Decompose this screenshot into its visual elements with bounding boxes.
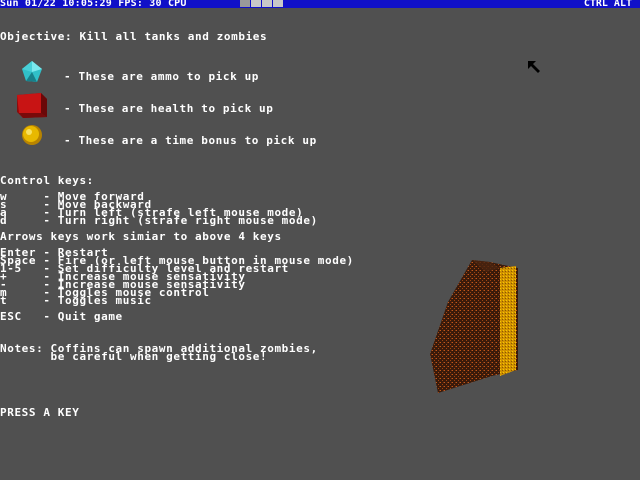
esc-key-line: ESC - Quit game xyxy=(0,310,123,323)
control-key-line: d - Turn right (strafe right mouse mode) xyxy=(0,214,318,227)
time-bonus-orb-icon xyxy=(22,125,42,145)
ammo-legend-text: - These are ammo to pick up xyxy=(64,70,260,83)
notes-line: be careful when getting close! xyxy=(0,350,268,363)
press-a-key-prompt: PRESS A KEY xyxy=(0,406,80,419)
controls-heading: Control keys: xyxy=(0,174,94,187)
time-bonus-legend-text: - These are a time bonus to pick up xyxy=(64,134,317,147)
status-bar: Sun 01/22 10:05:29 FPS: 30 CPU CTRL ALT xyxy=(0,0,640,9)
cpu-meter-block xyxy=(251,0,261,7)
cpu-meter xyxy=(240,0,283,7)
ammo-crystal-icon xyxy=(22,61,42,82)
clock-fps-readout: Sun 01/22 10:05:29 FPS: 30 CPU xyxy=(0,0,187,9)
health-cube-icon xyxy=(17,93,47,118)
cpu-meter-block xyxy=(262,0,272,7)
cpu-meter-block xyxy=(240,0,250,7)
modifier-keys-indicator: CTRL ALT xyxy=(583,0,632,9)
health-legend-text: - These are health to pick up xyxy=(64,102,274,115)
arrows-note: Arrows keys work simiar to above 4 keys xyxy=(0,230,282,243)
objective-text: Objective: Kill all tanks and zombies xyxy=(0,30,268,43)
mouse-cursor-icon xyxy=(528,61,540,73)
cpu-meter-block xyxy=(273,0,283,7)
coffin-icon xyxy=(430,260,518,393)
control-key-line: t - Toggles music xyxy=(0,294,152,307)
